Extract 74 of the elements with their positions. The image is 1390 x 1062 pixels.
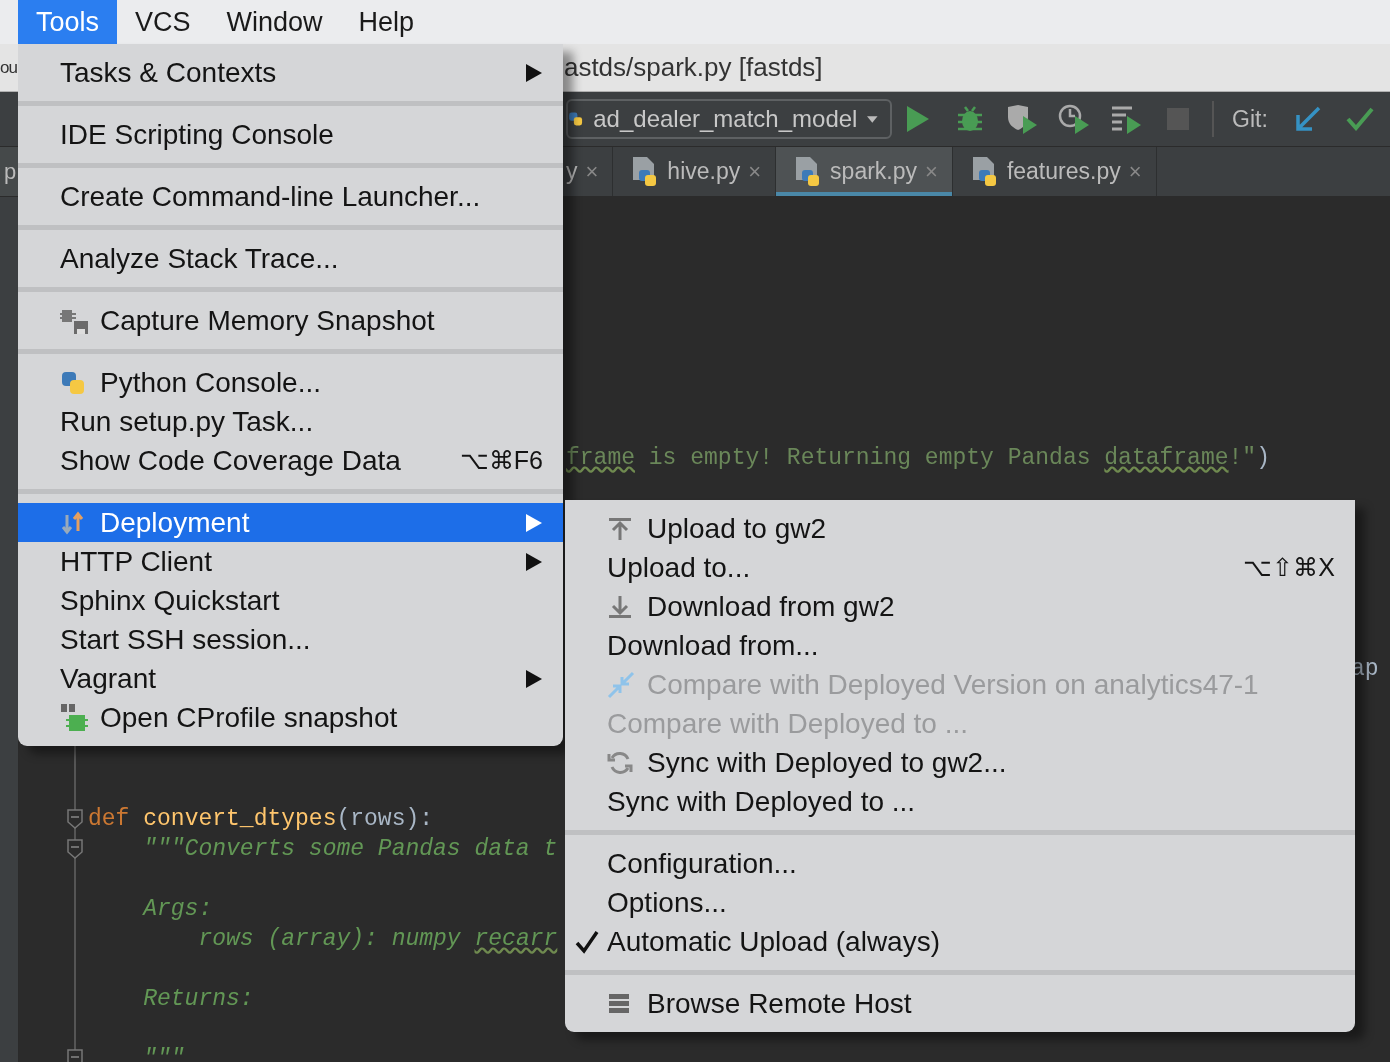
menu-item[interactable]: Automatic Upload (always) xyxy=(565,922,1355,961)
menu-item[interactable]: Vagrant xyxy=(18,659,563,698)
editor-tab[interactable]: y × xyxy=(566,147,614,196)
menu-item[interactable]: HTTP Client xyxy=(18,542,563,581)
chip-icon xyxy=(60,702,90,733)
menu-item[interactable]: Show Code Coverage Data ⌥⌘F6 xyxy=(18,441,563,480)
menu-bar-item[interactable]: Tools xyxy=(18,0,118,44)
update-arrow-icon[interactable] xyxy=(1294,106,1321,132)
menu-item[interactable]: Run setup.py Task... xyxy=(18,402,563,441)
menu-item[interactable]: Browse Remote Host xyxy=(565,984,1355,1023)
debug-bug-icon[interactable] xyxy=(956,105,984,133)
compare-arrows-icon xyxy=(607,670,635,699)
menu-item[interactable]: Download from gw2 xyxy=(565,587,1355,626)
submenu-arrow-icon xyxy=(525,551,543,572)
menu-bar-item[interactable]: Help xyxy=(340,0,433,44)
code-text: convert_dtypes xyxy=(143,806,337,832)
run-config-dropdown[interactable]: ad_dealer_match_model xyxy=(566,99,892,139)
code-text: Args: xyxy=(141,896,213,922)
sync-icon xyxy=(607,749,633,776)
menu-item[interactable]: Capture Memory Snapshot xyxy=(18,301,563,340)
menu-item[interactable]: Sync with Deployed to ... xyxy=(565,782,1355,821)
editor-tab[interactable]: hive.py × xyxy=(613,147,777,196)
download-icon xyxy=(607,593,633,620)
submenu-arrow-icon xyxy=(525,512,543,533)
code-text: !" xyxy=(1228,445,1257,471)
code-text: Returns: xyxy=(142,986,254,1012)
code-text: rows (array): numpy xyxy=(197,926,462,952)
menu-item[interactable]: Deployment xyxy=(18,503,563,542)
python-file-icon xyxy=(970,155,999,188)
title-fragment: ou xyxy=(0,57,17,78)
menu-item[interactable]: Upload to gw2 xyxy=(565,509,1355,548)
concurrency-icon[interactable] xyxy=(1110,104,1142,134)
submenu-arrow-icon xyxy=(525,62,543,83)
up-down-arrows-icon xyxy=(60,510,86,535)
menu-item[interactable]: Open CProfile snapshot xyxy=(18,698,563,737)
menu-item[interactable]: Tasks & Contexts xyxy=(18,53,563,92)
fold-marker-icon[interactable] xyxy=(67,809,83,829)
menu-item[interactable]: Start SSH session... xyxy=(18,620,563,659)
side-panel-tab[interactable]: p xyxy=(0,147,18,196)
profiler-clock-icon[interactable] xyxy=(1058,104,1090,134)
coverage-shield-icon[interactable] xyxy=(1006,104,1038,134)
editor-tab[interactable]: features.py × xyxy=(952,147,1157,196)
commit-check-icon[interactable] xyxy=(1345,107,1374,131)
submenu-arrow-icon xyxy=(525,668,543,689)
fold-marker-icon[interactable] xyxy=(67,839,83,859)
menu-item[interactable]: Configuration... xyxy=(565,844,1355,883)
code-text: """Converts some Pandas data t xyxy=(142,836,558,862)
menu-bar-item[interactable]: Window xyxy=(208,0,341,44)
code-text: def xyxy=(88,806,131,832)
code-text: dataframe xyxy=(1104,445,1229,471)
menu-item[interactable]: Options... xyxy=(565,883,1355,922)
menu-item[interactable]: Create Command-line Launcher... xyxy=(18,177,563,216)
menu-item[interactable]: Upload to... ⌥⇧⌘X xyxy=(565,548,1355,587)
code-text: is empty! Returning empty Pandas xyxy=(647,445,1092,471)
menu-item[interactable]: Sphinx Quickstart xyxy=(18,581,563,620)
upload-icon xyxy=(607,515,633,542)
server-icon xyxy=(607,991,631,1016)
run-icon[interactable] xyxy=(907,106,929,132)
menu-item[interactable]: Analyze Stack Trace... xyxy=(18,239,563,278)
caret-icon xyxy=(867,113,878,125)
window-title: astds/spark.py [fastds] xyxy=(563,52,823,83)
menu-item[interactable]: Download from... xyxy=(565,626,1355,665)
code-text: (rows): xyxy=(336,806,434,832)
python-console-icon xyxy=(60,369,86,396)
editor-tab[interactable]: spark.py × xyxy=(776,147,953,196)
menu-item[interactable]: Sync with Deployed to gw2... xyxy=(565,743,1355,782)
menu-item[interactable]: IDE Scripting Console xyxy=(18,115,563,154)
code-text: frame xyxy=(566,445,635,471)
code-text: """ xyxy=(142,1046,185,1062)
menu-bar-item[interactable]: VCS xyxy=(117,0,209,44)
code-text: recarr xyxy=(474,926,558,952)
menu-item[interactable]: Python Console... xyxy=(18,363,563,402)
git-label: Git: xyxy=(1232,105,1268,133)
code-text: ) xyxy=(1256,445,1270,471)
